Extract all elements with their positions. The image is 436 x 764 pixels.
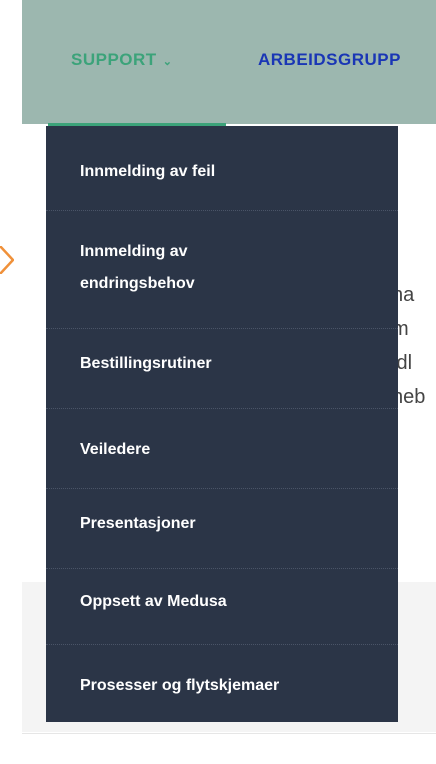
menu-item-label: Innmelding av feil: [80, 163, 216, 180]
menu-item-prosesser-og-flytskjemaer[interactable]: Prosesser og flytskjemaer: [46, 670, 398, 702]
nav-arbeidsgrupper[interactable]: ARBEIDSGRUPP: [258, 50, 401, 70]
menu-item-label: Oppsett av Medusa: [80, 593, 227, 610]
menu-item-label: Bestillingsrutiner: [80, 355, 212, 372]
arrow-pointer-icon: [0, 246, 14, 274]
menu-item-label: Presentasjoner: [80, 515, 196, 532]
divider: [22, 733, 436, 734]
chevron-down-icon: ⌄: [162, 55, 173, 68]
menu-separator: [46, 328, 398, 329]
nav-support[interactable]: SUPPORT ⌄: [71, 50, 172, 70]
menu-item-oppsett-av-medusa[interactable]: Oppsett av Medusa: [46, 586, 398, 618]
menu-item-presentasjoner[interactable]: Presentasjoner: [46, 508, 398, 540]
menu-item-label: Veiledere: [80, 441, 151, 458]
menu-item-label: Prosesser og flytskjemaer: [80, 677, 280, 694]
menu-item-innmelding-av-endringsbehov[interactable]: Innmelding av endringsbehov: [46, 236, 398, 300]
menu-item-bestillingsrutiner[interactable]: Bestillingsrutiner: [46, 348, 398, 380]
menu-separator: [46, 488, 398, 489]
menu-separator: [46, 568, 398, 569]
menu-separator: [46, 210, 398, 211]
menu-item-veiledere[interactable]: Veiledere: [46, 434, 398, 466]
nav-support-label: SUPPORT: [71, 50, 157, 69]
menu-item-innmelding-av-feil[interactable]: Innmelding av feil: [46, 156, 398, 188]
menu-separator: [46, 644, 398, 645]
menu-separator: [46, 408, 398, 409]
menu-item-label: Innmelding av endringsbehov: [80, 243, 195, 292]
support-dropdown-menu: Innmelding av feil Innmelding av endring…: [46, 126, 398, 722]
